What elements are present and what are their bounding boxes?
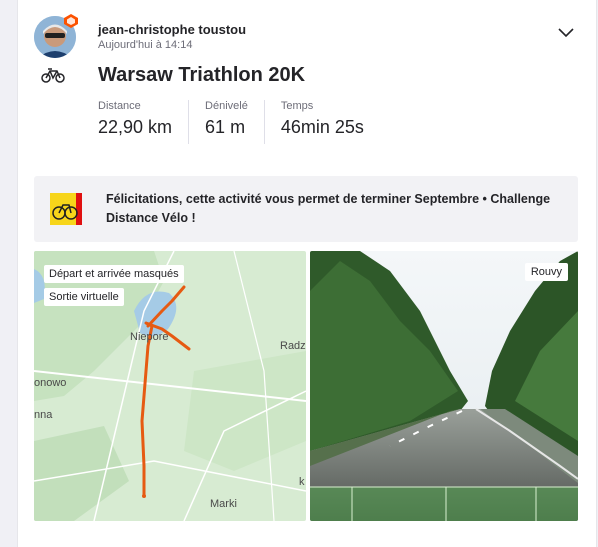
map-label-virtual: Sortie virtuelle [44,288,124,306]
video-source-label: Rouvy [524,263,568,281]
stat-label: Temps [280,100,314,112]
map-place-label: Marki [210,498,237,510]
bike-icon [41,68,65,83]
athlete-name[interactable]: jean-christophe toustou [98,22,246,37]
stat-distance: Distance 22,90 km [98,100,190,144]
map-place-label: Radz [280,340,306,352]
subscriber-badge-icon [64,14,78,28]
activity-card: jean-christophe toustou Aujourd'hui à 14… [18,0,596,547]
activity-timestamp: Aujourd'hui à 14:14 [98,39,193,51]
map-place-label: k [299,476,305,488]
challenge-badge-icon [50,193,82,225]
ride-photo-image [310,251,578,521]
activity-title[interactable]: Warsaw Triathlon 20K [98,64,305,87]
challenge-banner[interactable]: Félicitations, cette activité vous perme… [34,176,578,242]
stat-label: Distance [98,100,141,112]
stat-value: 22,90 km [98,117,173,137]
chevron-down-icon[interactable] [556,24,576,40]
map-label-hidden-endpoints: Départ et arrivée masqués [44,265,184,283]
map-place-label: Niepore [130,331,169,343]
map-place-label: nna [34,409,53,421]
challenge-banner-text: Félicitations, cette activité vous perme… [106,192,551,225]
stat-time: Temps 46min 25s [281,100,380,144]
stat-value: 61 m [205,117,246,137]
ride-photo[interactable]: Rouvy [310,251,578,521]
stat-value: 46min 25s [280,117,364,137]
activity-stats: Distance 22,90 km Dénivelé 61 m Temps 46… [98,100,396,144]
stat-elevation: Dénivelé 61 m [205,100,265,144]
stat-label: Dénivelé [205,100,248,112]
map-place-label: onowo [34,377,67,389]
route-map[interactable]: Départ et arrivée masqués Sortie virtuel… [34,251,306,521]
